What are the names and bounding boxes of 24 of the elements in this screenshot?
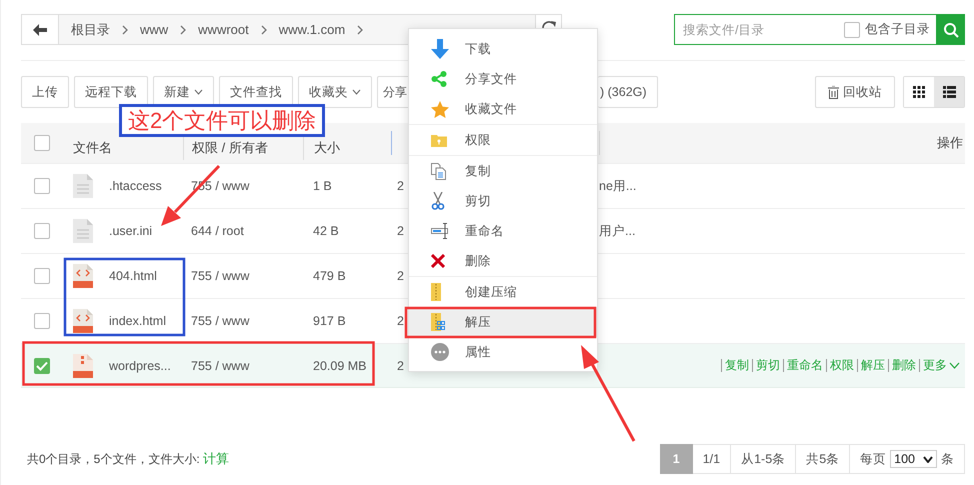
range-text: 从1-5条 [731, 444, 796, 474]
date-cell: 2 [397, 358, 404, 372]
permission-cell: 644 / root [191, 224, 244, 238]
unit-label: 条 [941, 450, 954, 468]
size-cell: 479 B [313, 269, 346, 283]
date-cell: 2 [397, 269, 404, 283]
total-text: 共5条 [796, 444, 850, 474]
size-cell: 20.09 MB [313, 358, 367, 372]
permission-cell: 755 / www [191, 358, 250, 372]
date-cell: 2 [397, 179, 404, 193]
per-page-label: 每页 [860, 450, 886, 468]
note-cell: ne用... [599, 178, 636, 192]
checkbox-label: 包含子目录 [865, 21, 930, 38]
permission-cell: 755 / www [191, 269, 250, 283]
size-cell: 42 B [313, 224, 339, 238]
annotation-label: 这2个文件可以删除 [119, 104, 326, 137]
size-cell: 1 B [313, 179, 332, 193]
date-cell: 2 [397, 314, 404, 328]
permission-cell: 755 / www [191, 314, 250, 328]
column-header: 操作 [937, 135, 963, 150]
date-cell: 2 [397, 224, 404, 238]
summary-text: 共0个目录，5个文件，文件大小: 计算 [27, 450, 230, 468]
note-cell: 用户... [599, 224, 636, 238]
size-cell: 917 B [313, 314, 346, 328]
